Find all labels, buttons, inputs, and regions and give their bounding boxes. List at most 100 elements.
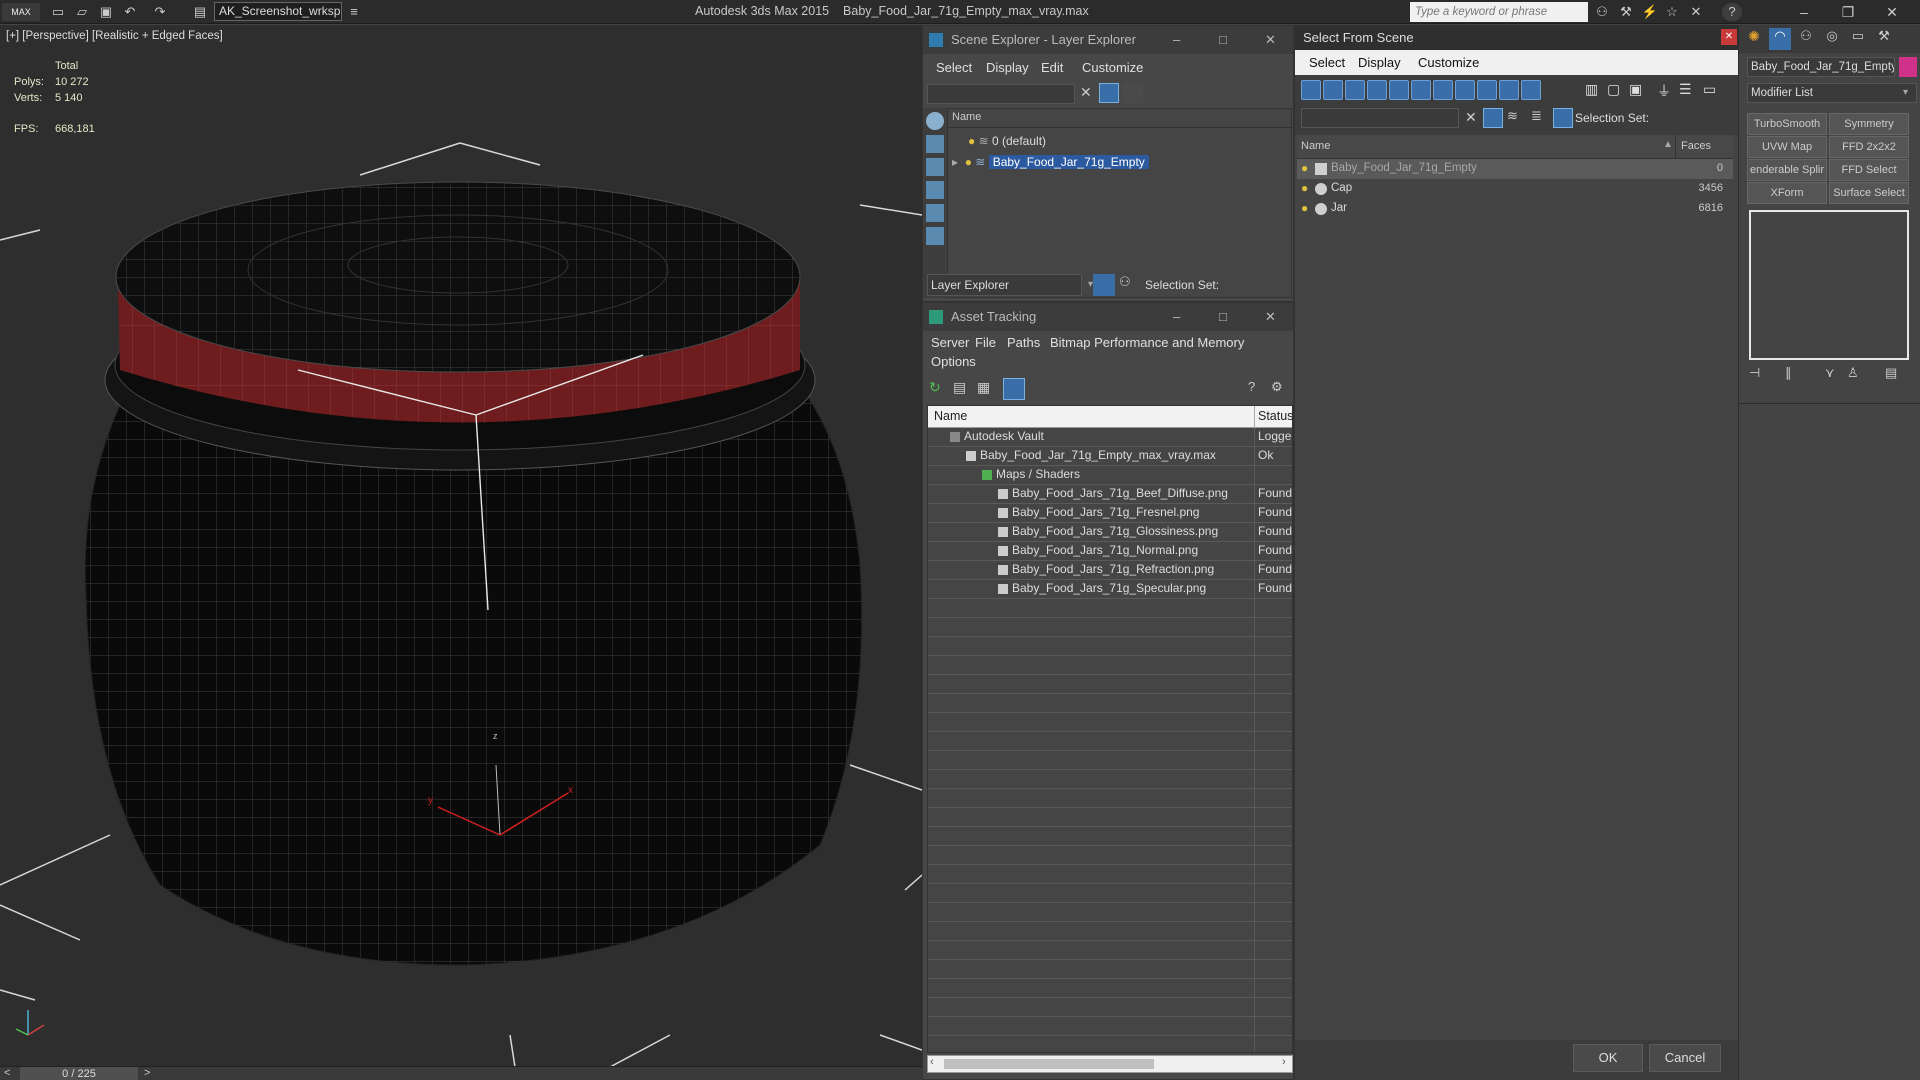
asset-tracking-minimize[interactable]: –	[1173, 303, 1180, 331]
asset-row[interactable]: Baby_Food_Jars_71g_Glossiness.png Found	[928, 523, 1292, 542]
next-frame-icon[interactable]: >	[144, 1067, 150, 1079]
filter-spacewarps-icon[interactable]	[1433, 80, 1453, 100]
asset-tracking-maximize[interactable]: □	[1219, 303, 1227, 331]
utilities-tab-icon[interactable]: ⚒	[1873, 28, 1895, 50]
display-cameras-icon[interactable]	[926, 204, 944, 222]
create-tab-icon[interactable]: ✺	[1743, 28, 1765, 50]
filter-containers-icon[interactable]	[1521, 80, 1541, 100]
layer-tree-name-header[interactable]: Name	[952, 111, 981, 123]
binoculars-icon[interactable]: ⚇	[1592, 3, 1612, 21]
renderable-spline-button[interactable]: enderable Splir	[1747, 159, 1827, 181]
modifier-stack[interactable]	[1749, 210, 1909, 360]
display-objects-icon[interactable]	[926, 112, 944, 130]
show-end-result-icon[interactable]: ∥	[1785, 365, 1792, 381]
menu-customize[interactable]: Customize	[1082, 60, 1143, 75]
asset-settings-icon[interactable]: ⚙	[1271, 379, 1291, 399]
menu-file[interactable]: File	[975, 335, 996, 350]
object-name-field[interactable]: Baby_Food_Jar_71g_Empty	[1747, 57, 1895, 77]
scroll-thumb[interactable]	[944, 1059, 1154, 1069]
scroll-right-icon[interactable]: ›	[1282, 1056, 1286, 1068]
symmetry-button[interactable]: Symmetry	[1829, 113, 1909, 135]
motion-tab-icon[interactable]: ◎	[1821, 28, 1843, 50]
asset-row[interactable]: Baby_Food_Jar_71g_Empty_max_vray.max Ok	[928, 447, 1292, 466]
sfs-search-input[interactable]	[1301, 108, 1459, 128]
modifier-list-dropdown[interactable]: Modifier List	[1747, 83, 1917, 103]
remove-modifier-icon[interactable]: ♙	[1847, 365, 1859, 381]
list-view-icon[interactable]: ▤	[953, 379, 973, 399]
filter-groups-icon[interactable]	[1455, 80, 1475, 100]
sfs-clear-search-icon[interactable]: ✕	[1465, 109, 1477, 126]
scene-explorer-close[interactable]: ✕	[1265, 26, 1276, 54]
sfs-menu-customize[interactable]: Customize	[1418, 55, 1479, 70]
scene-explorer-maximize[interactable]: □	[1219, 26, 1227, 54]
sfs-stack-icon[interactable]: ≣	[1531, 108, 1551, 128]
display-shapes-icon[interactable]	[926, 158, 944, 176]
display-lights-icon[interactable]	[926, 181, 944, 199]
filter-shapes-icon[interactable]	[1345, 80, 1365, 100]
collapse-icon[interactable]: ▭	[1703, 81, 1716, 98]
uvw-map-button[interactable]: UVW Map	[1747, 136, 1827, 158]
light-bulb-icon[interactable]: ●	[968, 134, 975, 148]
object-row[interactable]: ● Baby_Food_Jar_71g_Empty 0	[1297, 159, 1733, 179]
sfs-layer-icon[interactable]: ≋	[1507, 108, 1527, 128]
sfs-hierarchy-icon[interactable]	[1553, 108, 1573, 128]
display-geometry-icon[interactable]	[926, 135, 944, 153]
explorer-type-dropdown[interactable]: Layer Explorer	[927, 274, 1082, 296]
object-row[interactable]: ● Jar 6816	[1297, 199, 1733, 219]
workspace-dropdown[interactable]: AK_Screenshot_wrksp	[214, 2, 342, 21]
sort-layers-icon[interactable]	[1093, 274, 1115, 296]
app-logo[interactable]: MAX	[2, 3, 40, 21]
ffd-select-button[interactable]: FFD Select	[1829, 159, 1909, 181]
layer-row-default[interactable]: ● ≋ 0 (default)	[968, 131, 1288, 151]
asset-tracking-titlebar[interactable]: Asset Tracking – □ ✕	[923, 303, 1293, 331]
open-folder-icon[interactable]: ▱	[72, 3, 92, 21]
tree-view-icon[interactable]: ▦	[977, 379, 997, 399]
asset-row[interactable]: Baby_Food_Jars_71g_Beef_Diffuse.png Found	[928, 485, 1292, 504]
tools-icon[interactable]: ⚒	[1616, 3, 1636, 21]
filter-xrefs-icon[interactable]	[1477, 80, 1497, 100]
filter-bones-icon[interactable]	[1499, 80, 1519, 100]
display-tab-icon[interactable]: ▭	[1847, 28, 1869, 50]
new-file-icon[interactable]: ▭	[48, 3, 68, 21]
asset-row[interactable]: Autodesk Vault Logged	[928, 428, 1292, 447]
sfs-filter-icon[interactable]	[1483, 108, 1503, 128]
asset-row[interactable]: Baby_Food_Jars_71g_Normal.png Found	[928, 542, 1292, 561]
ok-button[interactable]: OK	[1573, 1044, 1643, 1072]
menu-select[interactable]: Select	[936, 60, 972, 75]
exchange-icon[interactable]: ⚡	[1640, 3, 1660, 21]
restore-button[interactable]: ❐	[1832, 2, 1864, 22]
light-bulb-icon[interactable]: ●	[1301, 181, 1308, 195]
select-all-icon[interactable]: ▥	[1585, 81, 1598, 98]
column-header-name[interactable]: Name	[934, 409, 967, 423]
clear-search-icon[interactable]: ✕	[1080, 84, 1092, 101]
surface-select-button[interactable]: Surface Select	[1829, 182, 1909, 204]
sort-ascending-icon[interactable]: ▲	[1663, 139, 1673, 150]
filter-icon[interactable]	[1099, 83, 1119, 103]
xform-button[interactable]: XForm	[1747, 182, 1827, 204]
filter-geometry-icon[interactable]	[1323, 80, 1343, 100]
select-from-scene-close[interactable]: ✕	[1721, 29, 1737, 45]
layer-row-baby-food-jar[interactable]: ▸ ● ≋ Baby_Food_Jar_71g_Empty	[952, 152, 1290, 172]
select-none-icon[interactable]: ▢	[1607, 81, 1620, 98]
filter-cameras-icon[interactable]	[1389, 80, 1409, 100]
hierarchy-icon[interactable]: ⚇	[1119, 274, 1139, 296]
menu-bitmap-performance[interactable]: Bitmap Performance and Memory	[1050, 335, 1244, 350]
expand-arrow-icon[interactable]: ▸	[952, 155, 958, 169]
filter-lights-icon[interactable]	[1367, 80, 1387, 100]
cancel-button[interactable]: Cancel	[1649, 1044, 1721, 1072]
refresh-icon[interactable]: ↻	[929, 379, 949, 399]
filter-helpers-icon[interactable]	[1411, 80, 1431, 100]
scene-explorer-minimize[interactable]: –	[1173, 26, 1180, 54]
sfs-menu-select[interactable]: Select	[1309, 55, 1345, 70]
table-view-icon[interactable]	[1003, 378, 1025, 400]
light-bulb-icon[interactable]: ●	[1301, 161, 1308, 175]
pin-stack-icon[interactable]: ⊣	[1749, 365, 1760, 381]
search-input[interactable]: Type a keyword or phrase	[1410, 2, 1588, 22]
select-invert-icon[interactable]: ▣	[1629, 81, 1642, 98]
hierarchy-tab-icon[interactable]: ⚇	[1795, 28, 1817, 50]
frame-counter[interactable]: 0 / 225	[20, 1067, 138, 1080]
minimize-button[interactable]: –	[1788, 2, 1820, 22]
scene-explorer-search-input[interactable]	[927, 84, 1075, 104]
column-header-status[interactable]: Status	[1258, 409, 1292, 423]
configure-sets-icon[interactable]: ▤	[1885, 365, 1897, 381]
